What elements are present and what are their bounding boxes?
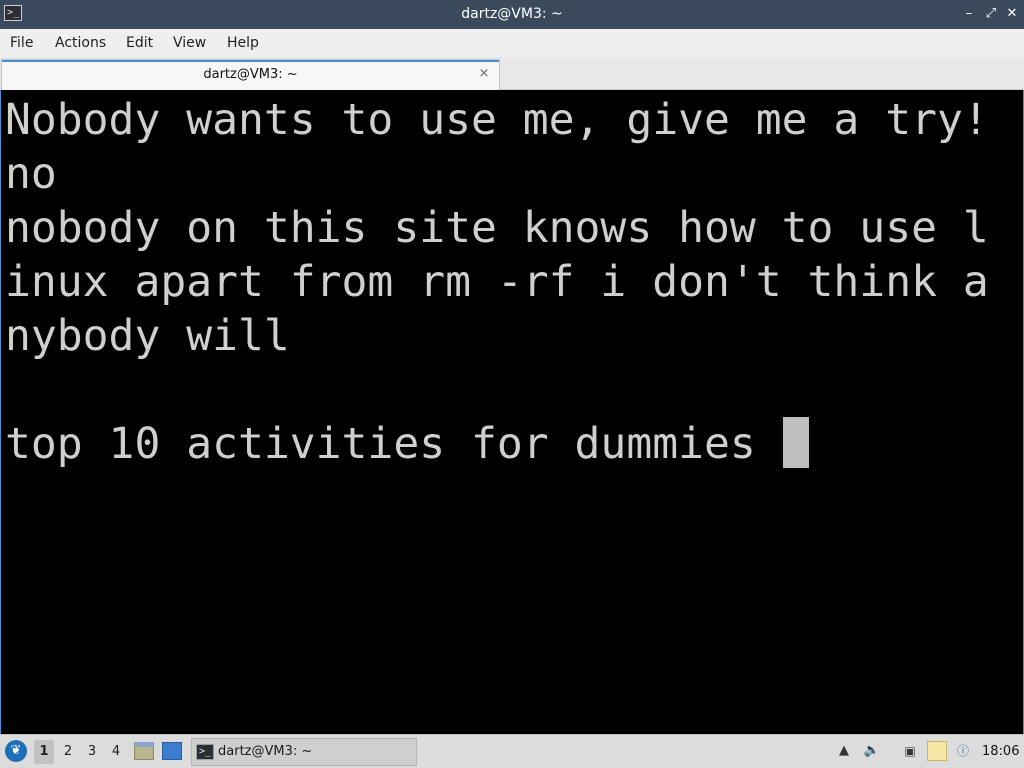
clock[interactable]: 18:06	[982, 735, 1019, 768]
network-icon[interactable]: ▣	[900, 741, 920, 761]
menu-actions[interactable]: Actions	[55, 29, 106, 57]
workspace-1[interactable]: 1	[34, 740, 54, 764]
menu-view[interactable]: View	[173, 29, 206, 57]
workspace-3[interactable]: 3	[82, 740, 102, 764]
tab-terminal[interactable]: dartz@VM3: ~ ×	[1, 59, 500, 90]
close-button[interactable]: ✕	[1004, 5, 1020, 23]
minimize-button[interactable]: –	[961, 5, 977, 23]
file-manager-icon[interactable]	[134, 742, 154, 760]
terminal-output[interactable]: Nobody wants to use me, give me a try! n…	[0, 90, 1024, 734]
terminal-line: nobody on this site knows how to use l	[5, 203, 989, 253]
taskbar: ❦ 1 2 3 4 >_ dartz@VM3: ~ ▲ 🔈 ▣ ⓘ 18:06	[0, 734, 1024, 768]
workspace-4[interactable]: 4	[106, 740, 126, 764]
menu-edit[interactable]: Edit	[126, 29, 153, 57]
workspace-2[interactable]: 2	[58, 740, 78, 764]
taskbar-task-terminal[interactable]: >_ dartz@VM3: ~	[191, 738, 417, 766]
terminal-line: inux apart from rm -rf i don't think a	[5, 257, 989, 307]
lxqt-menu-icon[interactable]: ❦	[5, 740, 27, 762]
tab-bar: dartz@VM3: ~ ×	[0, 57, 1024, 90]
text-cursor	[783, 417, 809, 468]
upload-icon[interactable]: ▲	[834, 741, 854, 761]
menu-help[interactable]: Help	[227, 29, 259, 57]
terminal-line: Nobody wants to use me, give me a try!	[5, 95, 989, 145]
menu-file[interactable]: File	[10, 29, 33, 57]
window-titlebar[interactable]: >_ dartz@VM3: ~ – ⤢ ✕	[0, 0, 1024, 29]
update-notifier-icon[interactable]: ⓘ	[953, 741, 973, 761]
terminal-line: no	[5, 149, 57, 199]
menu-bar: File Actions Edit View Help	[0, 29, 1024, 57]
tab-close-icon[interactable]: ×	[477, 65, 491, 83]
tab-label: dartz@VM3: ~	[203, 67, 298, 82]
terminal-icon: >_	[196, 744, 214, 760]
terminal-line: nybody will	[5, 311, 290, 361]
terminal-line: top 10 activities for dummies	[5, 419, 782, 469]
clipboard-icon[interactable]	[927, 741, 947, 761]
volume-icon[interactable]: 🔈	[862, 741, 882, 761]
desktop-icon[interactable]	[162, 742, 182, 760]
maximize-button[interactable]: ⤢	[983, 5, 999, 23]
window-title: dartz@VM3: ~	[461, 6, 563, 22]
task-label: dartz@VM3: ~	[218, 744, 313, 759]
